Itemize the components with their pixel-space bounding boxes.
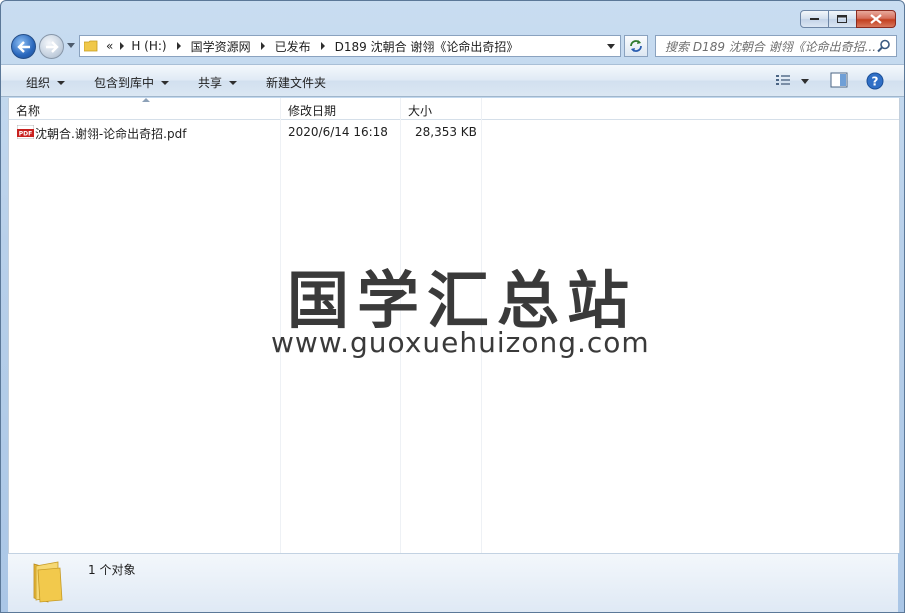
column-header-size[interactable]: 大小 (408, 102, 432, 119)
watermark-url: www.guoxuehuizong.com (271, 326, 650, 359)
svg-text:?: ? (872, 75, 879, 89)
refresh-button[interactable] (624, 35, 648, 57)
minimize-icon (809, 18, 819, 20)
help-icon: ? (866, 72, 884, 90)
file-row[interactable]: PDF 沈朝合.谢翎-论命出奇招.pdf 2020/6/14 16:18 28,… (9, 122, 899, 142)
chevron-down-icon (229, 80, 238, 85)
close-button[interactable] (856, 10, 896, 28)
search-icon[interactable] (877, 39, 891, 53)
crumb-resource-site[interactable]: 国学资源网 (191, 38, 251, 55)
back-button[interactable] (11, 34, 36, 59)
command-bar: 组织 包含到库中 共享 新建文件夹 ? (1, 64, 904, 97)
recent-pages-dropdown[interactable] (67, 43, 75, 48)
svg-text:PDF: PDF (19, 131, 32, 138)
minimize-button[interactable] (800, 10, 829, 28)
address-bar[interactable]: « H (H:) 国学资源网 已发布 D189 沈朝合 谢翎《论命出奇招》 (79, 35, 621, 57)
preview-pane-icon (830, 72, 848, 88)
column-header-modified[interactable]: 修改日期 (288, 102, 336, 119)
new-folder-label: 新建文件夹 (266, 76, 327, 90)
close-icon (870, 14, 882, 24)
maximize-icon (837, 14, 847, 23)
details-pane: 1 个对象 (8, 553, 898, 612)
file-list[interactable]: 名称 修改日期 大小 PDF 沈朝合.谢翎-论命出奇招.pdf 2020/6/1… (8, 98, 900, 553)
chevron-down-icon (161, 80, 170, 85)
address-overflow[interactable]: « (106, 39, 113, 53)
column-header-bar: 名称 修改日期 大小 (9, 98, 899, 120)
search-placeholder: 搜索 D189 沈朝合 谢翎《论命出奇招... (665, 39, 877, 54)
search-input[interactable]: 搜索 D189 沈朝合 谢翎《论命出奇招... (655, 35, 897, 57)
details-view-icon (776, 75, 809, 85)
include-in-library-button[interactable]: 包含到库中 (94, 74, 170, 91)
sort-ascending-icon (142, 98, 150, 102)
refresh-icon (630, 40, 642, 52)
chevron-right-icon[interactable] (120, 42, 125, 50)
chevron-right-icon[interactable] (260, 42, 265, 50)
file-name: 沈朝合.谢翎-论命出奇招.pdf (35, 127, 187, 141)
organize-label: 组织 (26, 76, 51, 90)
preview-pane-button[interactable] (830, 72, 848, 91)
share-label: 共享 (198, 76, 223, 90)
item-count: 1 个对象 (88, 563, 136, 577)
arrow-right-icon (45, 40, 59, 53)
file-size: 28,353 KB (415, 125, 477, 139)
crumb-current-folder[interactable]: D189 沈朝合 谢翎《论命出奇招》 (335, 38, 519, 55)
crumb-published[interactable]: 已发布 (275, 38, 311, 55)
column-header-name[interactable]: 名称 (16, 102, 40, 119)
maximize-button[interactable] (828, 10, 857, 28)
folder-icon (84, 40, 98, 52)
forward-button[interactable] (39, 34, 64, 59)
organize-menu-button[interactable]: 组织 (26, 74, 66, 91)
file-modified-date: 2020/6/14 16:18 (288, 125, 388, 139)
new-folder-button[interactable]: 新建文件夹 (266, 74, 326, 91)
caption-buttons (800, 10, 896, 28)
chevron-right-icon[interactable] (176, 42, 181, 50)
folder-icon (33, 561, 63, 603)
explorer-window: « H (H:) 国学资源网 已发布 D189 沈朝合 谢翎《论命出奇招》 搜索… (0, 0, 905, 613)
include-library-label: 包含到库中 (94, 76, 155, 90)
view-options-button[interactable] (775, 74, 811, 91)
pdf-file-icon: PDF (17, 125, 34, 139)
chevron-down-icon (57, 80, 66, 85)
chevron-right-icon[interactable] (320, 42, 325, 50)
help-button[interactable]: ? (866, 72, 884, 93)
crumb-drive[interactable]: H (H:) (131, 39, 166, 53)
address-history-dropdown[interactable] (607, 44, 615, 49)
share-menu-button[interactable]: 共享 (198, 74, 238, 91)
arrow-left-icon (16, 40, 30, 53)
